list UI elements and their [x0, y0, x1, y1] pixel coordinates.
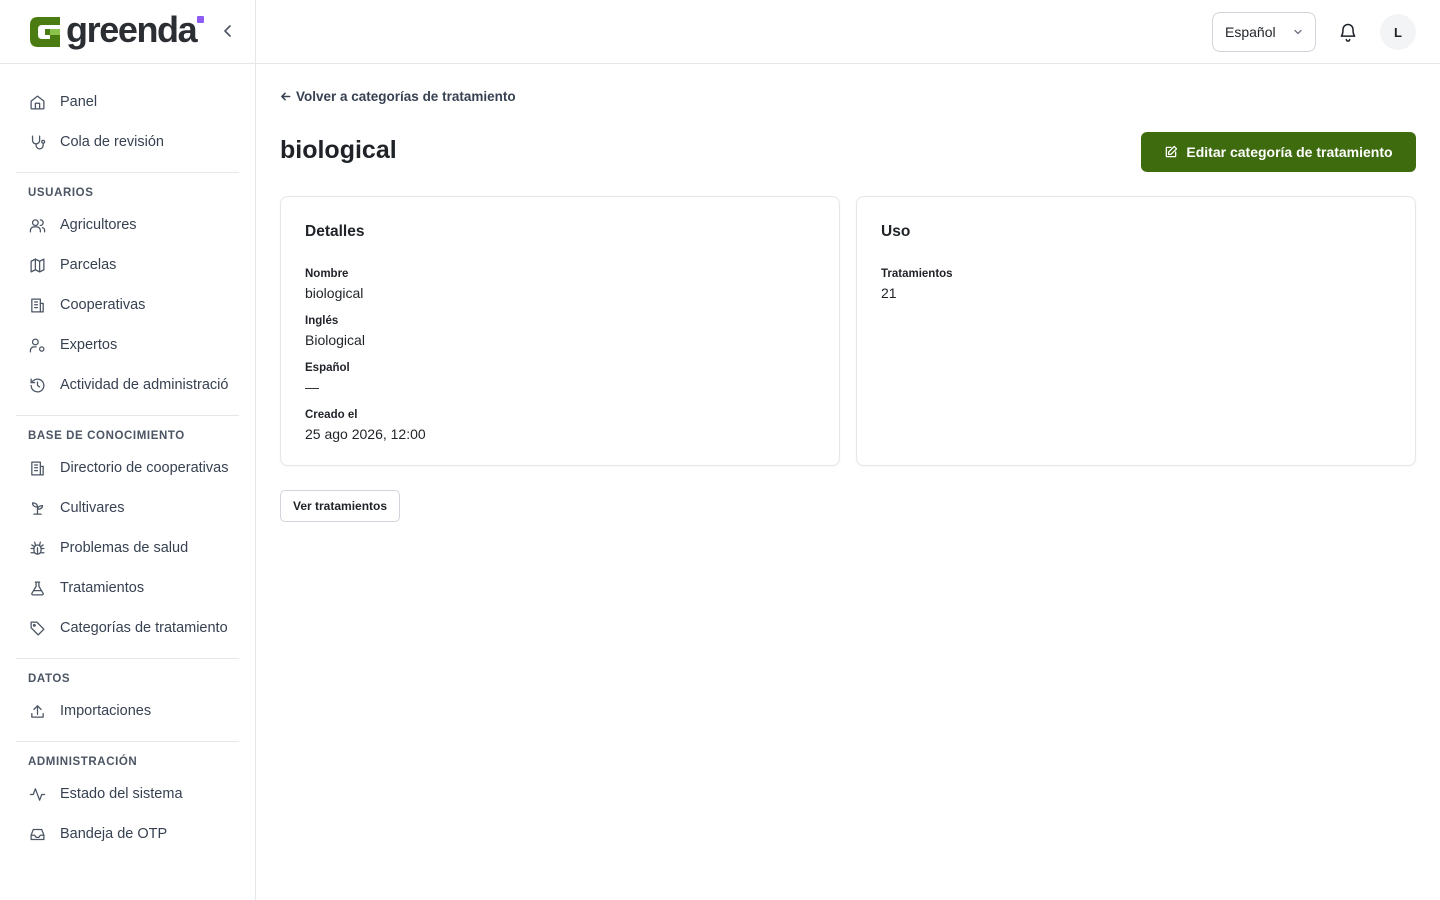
- sidebar-item-health-problems[interactable]: Problemas de salud: [16, 528, 228, 568]
- sidebar: greenda Panel Cola de revisión USUARIOS …: [0, 0, 256, 900]
- field-value: 25 ago 2026, 12:00: [305, 426, 426, 442]
- field-label: Creado el: [305, 409, 358, 421]
- history-icon: [28, 376, 46, 394]
- field-label: Inglés: [305, 315, 339, 327]
- sidebar-item-cooperative-directory[interactable]: Directorio de cooperativas: [16, 448, 228, 488]
- sidebar-item-otp-inbox[interactable]: Bandeja de OTP: [16, 814, 228, 854]
- language-select-value: Español: [1225, 24, 1276, 40]
- edit-category-label: Editar categoría de tratamiento: [1186, 144, 1393, 160]
- brand: greenda: [0, 0, 255, 64]
- building-icon: [28, 459, 46, 477]
- activity-icon: [28, 785, 46, 803]
- collapse-sidebar-button[interactable]: [219, 22, 237, 40]
- users-icon: [28, 216, 46, 234]
- field-treatments-count: Tratamientos 21: [881, 267, 1391, 304]
- sidebar-item-label: Cooperativas: [60, 297, 146, 313]
- field-spanish: Español —: [305, 361, 815, 398]
- greenda-logo-icon: [30, 16, 60, 47]
- topbar: Español L: [256, 0, 1440, 64]
- sidebar-item-review-queue[interactable]: Cola de revisión: [16, 122, 228, 162]
- flask-icon: [28, 579, 46, 597]
- sidebar-item-label: Directorio de cooperativas: [60, 460, 228, 476]
- sidebar-item-label: Cultivares: [60, 500, 125, 516]
- edit-icon: [1164, 145, 1178, 159]
- stethoscope-icon: [28, 133, 46, 151]
- details-card: Detalles Nombre biological Inglés Biolog…: [280, 196, 840, 466]
- field-label: Tratamientos: [881, 268, 953, 280]
- map-icon: [28, 256, 46, 274]
- field-created-at: Creado el 25 ago 2026, 12:00: [305, 408, 815, 445]
- sidebar-item-label: Panel: [60, 94, 98, 110]
- tag-icon: [28, 619, 46, 637]
- sidebar-item-system-status[interactable]: Estado del sistema: [16, 774, 228, 814]
- sidebar-item-imports[interactable]: Importaciones: [16, 691, 228, 731]
- section-title-knowledge-base: BASE DE CONOCIMIENTO: [28, 430, 185, 442]
- section-title-users: USUARIOS: [28, 187, 94, 199]
- field-english: Inglés Biological: [305, 314, 815, 351]
- field-label: Nombre: [305, 268, 349, 280]
- divider: [16, 415, 239, 416]
- language-select[interactable]: Español: [1212, 12, 1316, 52]
- sidebar-item-cooperatives[interactable]: Cooperativas: [16, 285, 228, 325]
- field-value: 21: [881, 285, 897, 301]
- sidebar-item-label: Estado del sistema: [60, 786, 183, 802]
- edit-category-button[interactable]: Editar categoría de tratamiento: [1141, 132, 1416, 172]
- sidebar-item-label: Problemas de salud: [60, 540, 189, 556]
- sidebar-item-label: Agricultores: [60, 217, 137, 233]
- chevron-left-icon: [224, 25, 231, 37]
- divider: [16, 658, 239, 659]
- brand-name: greenda: [66, 8, 198, 50]
- notifications-button[interactable]: [1338, 22, 1358, 47]
- field-value: biological: [305, 285, 364, 301]
- sidebar-item-label: Categorías de tratamiento: [60, 620, 228, 636]
- sidebar-item-cultivars[interactable]: Cultivares: [16, 488, 228, 528]
- user-cog-icon: [28, 336, 46, 354]
- sidebar-item-label: Parcelas: [60, 257, 117, 273]
- chevron-down-icon: [1294, 29, 1302, 35]
- sidebar-item-plots[interactable]: Parcelas: [16, 245, 228, 285]
- back-link-label: Volver a categorías de tratamiento: [296, 89, 516, 104]
- sidebar-item-panel[interactable]: Panel: [16, 82, 228, 122]
- field-value: —: [305, 379, 319, 395]
- usage-card: Uso Tratamientos 21: [856, 196, 1416, 466]
- building-icon: [28, 296, 46, 314]
- field-value: Biological: [305, 332, 365, 348]
- bell-icon: [1340, 23, 1356, 42]
- usage-heading: Uso: [881, 223, 911, 240]
- sidebar-item-admin-activity[interactable]: Actividad de administración: [16, 365, 228, 405]
- divider: [16, 172, 239, 173]
- sidebar-item-farmers[interactable]: Agricultores: [16, 205, 228, 245]
- sidebar-item-treatments[interactable]: Tratamientos: [16, 568, 228, 608]
- home-icon: [28, 93, 46, 111]
- sprout-icon: [28, 499, 46, 517]
- inbox-icon: [28, 825, 46, 843]
- divider: [16, 741, 239, 742]
- sidebar-item-label: Actividad de administración: [60, 377, 228, 393]
- sidebar-item-label: Bandeja de OTP: [60, 826, 168, 842]
- brand-dot: [197, 16, 204, 23]
- sidebar-item-label: Importaciones: [60, 703, 152, 719]
- page-title: biological: [280, 136, 397, 164]
- sidebar-item-label: Tratamientos: [60, 580, 145, 596]
- sidebar-item-label: Expertos: [60, 337, 118, 353]
- sidebar-item-experts[interactable]: Expertos: [16, 325, 228, 365]
- sidebar-item-label: Cola de revisión: [60, 134, 164, 150]
- back-link[interactable]: Volver a categorías de tratamiento: [280, 89, 516, 104]
- bug-icon: [28, 539, 46, 557]
- section-title-administration: ADMINISTRACIÓN: [28, 756, 138, 768]
- sidebar-item-treatment-categories[interactable]: Categorías de tratamiento: [16, 608, 228, 648]
- section-title-data: DATOS: [28, 673, 71, 685]
- details-heading: Detalles: [305, 223, 365, 240]
- sidebar-nav: Panel Cola de revisión USUARIOS Agricult…: [0, 64, 255, 854]
- view-treatments-button[interactable]: Ver tratamientos: [280, 490, 401, 522]
- arrow-left-icon: [280, 91, 291, 102]
- upload-icon: [28, 702, 46, 720]
- field-label: Español: [305, 362, 350, 374]
- field-name: Nombre biological: [305, 267, 815, 304]
- avatar[interactable]: L: [1380, 14, 1416, 50]
